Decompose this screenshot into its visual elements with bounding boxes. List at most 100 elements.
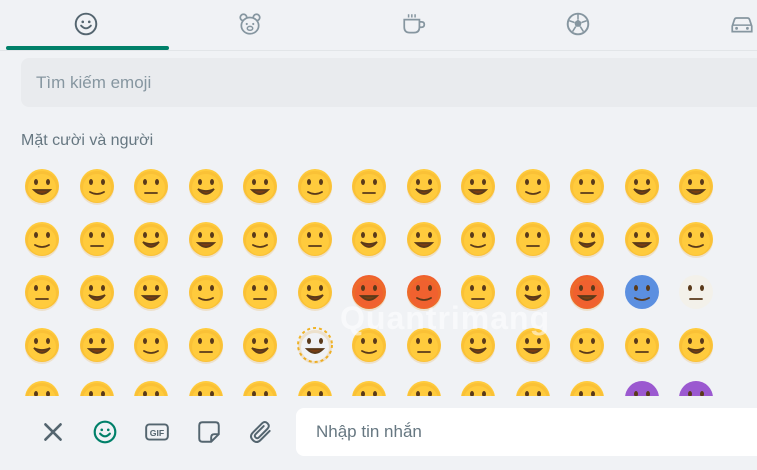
emoji-partial-3[interactable] bbox=[124, 371, 178, 396]
emoji-partial-8[interactable] bbox=[397, 371, 451, 396]
emoji-cursing-face[interactable] bbox=[397, 265, 451, 319]
emoji-tired-face[interactable] bbox=[21, 265, 69, 319]
emoji-hushed-face[interactable] bbox=[615, 318, 669, 372]
emoji-partial-1[interactable] bbox=[21, 371, 69, 396]
partial-9-icon bbox=[461, 381, 495, 396]
ball-icon bbox=[566, 12, 590, 36]
emoji-exploding-head[interactable] bbox=[451, 265, 505, 319]
grinning-big-eyes-icon bbox=[79, 169, 114, 205]
halo-face-icon bbox=[679, 169, 713, 205]
emoji-halo-face[interactable] bbox=[669, 160, 723, 213]
emoji-partial-4[interactable] bbox=[179, 371, 233, 396]
emoji-tongue-face[interactable] bbox=[70, 212, 124, 266]
squinting-tongue-icon bbox=[134, 222, 168, 258]
tab-activity[interactable] bbox=[548, 0, 608, 48]
emoji-steam-nose[interactable] bbox=[233, 265, 287, 319]
tab-food[interactable] bbox=[384, 0, 444, 48]
devil-face-2-icon bbox=[679, 381, 713, 396]
emoji-icon bbox=[93, 420, 117, 444]
emoji-smiling-face[interactable] bbox=[560, 160, 614, 213]
emoji-rolling-laughing[interactable] bbox=[451, 160, 505, 213]
emoji-neutral-face[interactable] bbox=[342, 318, 396, 372]
active-tab-indicator bbox=[6, 46, 169, 50]
emoji-no-mouth-face[interactable] bbox=[233, 318, 287, 372]
tab-travel[interactable] bbox=[712, 0, 757, 48]
emoji-squinting-laugh[interactable] bbox=[233, 160, 287, 213]
emoji-pleading-face[interactable] bbox=[70, 265, 124, 319]
emoji-melting-face[interactable] bbox=[124, 318, 178, 372]
emoji-disguised-face[interactable] bbox=[506, 212, 560, 266]
emoji-rolling-eyes[interactable] bbox=[560, 318, 614, 372]
emoji-grimacing-face[interactable] bbox=[506, 318, 560, 372]
tab-animals[interactable] bbox=[220, 0, 280, 48]
exploding-head-icon bbox=[461, 275, 495, 311]
message-input[interactable] bbox=[296, 408, 757, 456]
emoji-saluting-face[interactable] bbox=[21, 318, 69, 372]
emoji-crying-face[interactable] bbox=[124, 265, 178, 319]
emoji-face-holding-tears-2[interactable] bbox=[506, 160, 560, 213]
emoji-tears-of-joy[interactable] bbox=[397, 160, 451, 213]
emoji-squinting-tongue[interactable] bbox=[124, 212, 178, 266]
close-button[interactable] bbox=[36, 415, 70, 449]
emoji-angry-face[interactable] bbox=[288, 265, 342, 319]
attach-button[interactable] bbox=[244, 415, 278, 449]
emoji-flushed-face[interactable] bbox=[506, 265, 560, 319]
emoji-zany-face[interactable] bbox=[233, 212, 287, 266]
devil-face-icon bbox=[624, 381, 659, 396]
no-mouth-face-icon bbox=[243, 328, 277, 364]
emoji-partying-face[interactable] bbox=[615, 212, 669, 266]
emoji-raised-eyebrow[interactable] bbox=[288, 212, 342, 266]
partial-11-icon bbox=[570, 381, 604, 396]
emoji-hand-over-mouth[interactable] bbox=[70, 318, 124, 372]
emoji-cold-face[interactable] bbox=[615, 265, 669, 319]
emoji-yum-face[interactable] bbox=[21, 212, 69, 266]
emoji-beaming-face[interactable] bbox=[179, 160, 233, 213]
section-title: Mặt cười và người bbox=[21, 132, 154, 149]
emoji-hot-face[interactable] bbox=[560, 265, 614, 319]
emoji-grinning-smiling-eyes[interactable] bbox=[124, 160, 178, 213]
emoji-winking-tongue[interactable] bbox=[179, 212, 233, 266]
gif-button[interactable]: GIF bbox=[140, 415, 174, 449]
emoji-partial-10[interactable] bbox=[506, 371, 560, 396]
smiley-icon bbox=[74, 12, 98, 36]
emoji-sleepy-face[interactable] bbox=[669, 318, 723, 372]
message-box[interactable] bbox=[296, 408, 757, 456]
pouting-face-icon bbox=[352, 275, 386, 311]
sticker-icon bbox=[198, 421, 220, 443]
emoji-partial-5[interactable] bbox=[233, 371, 287, 396]
emoji-dotted-line-face[interactable] bbox=[288, 318, 342, 372]
emoji-devil-face[interactable] bbox=[615, 371, 669, 396]
emoji-partial-2[interactable] bbox=[70, 371, 124, 396]
emoji-lying-face[interactable] bbox=[179, 318, 233, 372]
emoji-face-holding-tears[interactable] bbox=[288, 160, 342, 213]
lying-face-icon bbox=[188, 328, 223, 364]
emoji-grinning-big-eyes[interactable] bbox=[70, 160, 124, 213]
emoji-partial-6[interactable] bbox=[288, 371, 342, 396]
emoji-smiling-blush[interactable] bbox=[615, 160, 669, 213]
emoji-partial-7[interactable] bbox=[342, 371, 396, 396]
emoji-sunglasses-face[interactable] bbox=[451, 212, 505, 266]
emoji-monocle-face[interactable] bbox=[342, 212, 396, 266]
emoji-nerd-face[interactable] bbox=[397, 212, 451, 266]
emoji-search-input[interactable] bbox=[21, 58, 757, 107]
emoji-devil-face-2[interactable] bbox=[669, 371, 723, 396]
emoji-pouting-face[interactable] bbox=[342, 265, 396, 319]
bear-icon bbox=[239, 13, 261, 35]
emoji-partial-9[interactable] bbox=[451, 371, 505, 396]
sticker-button[interactable] bbox=[192, 415, 226, 449]
monocle-face-icon bbox=[352, 222, 386, 258]
emoji-smirking-face[interactable] bbox=[669, 212, 723, 266]
saluting-face-icon bbox=[25, 328, 59, 364]
emoji-expressionless-face[interactable] bbox=[397, 318, 451, 372]
emoji-button[interactable] bbox=[88, 415, 122, 449]
emoji-star-struck[interactable] bbox=[560, 212, 614, 266]
emoji-partial-11[interactable] bbox=[560, 371, 614, 396]
emoji-grinning-sweat[interactable] bbox=[342, 160, 396, 213]
partial-5-icon bbox=[243, 381, 277, 396]
emoji-loudly-crying[interactable] bbox=[179, 265, 233, 319]
emoji-grinning-face[interactable] bbox=[21, 160, 69, 213]
emoji-peeking-face[interactable] bbox=[451, 318, 505, 372]
tab-smileys[interactable] bbox=[56, 0, 116, 48]
emoji-search-box[interactable] bbox=[21, 58, 757, 107]
emoji-fog-face[interactable] bbox=[669, 265, 723, 319]
